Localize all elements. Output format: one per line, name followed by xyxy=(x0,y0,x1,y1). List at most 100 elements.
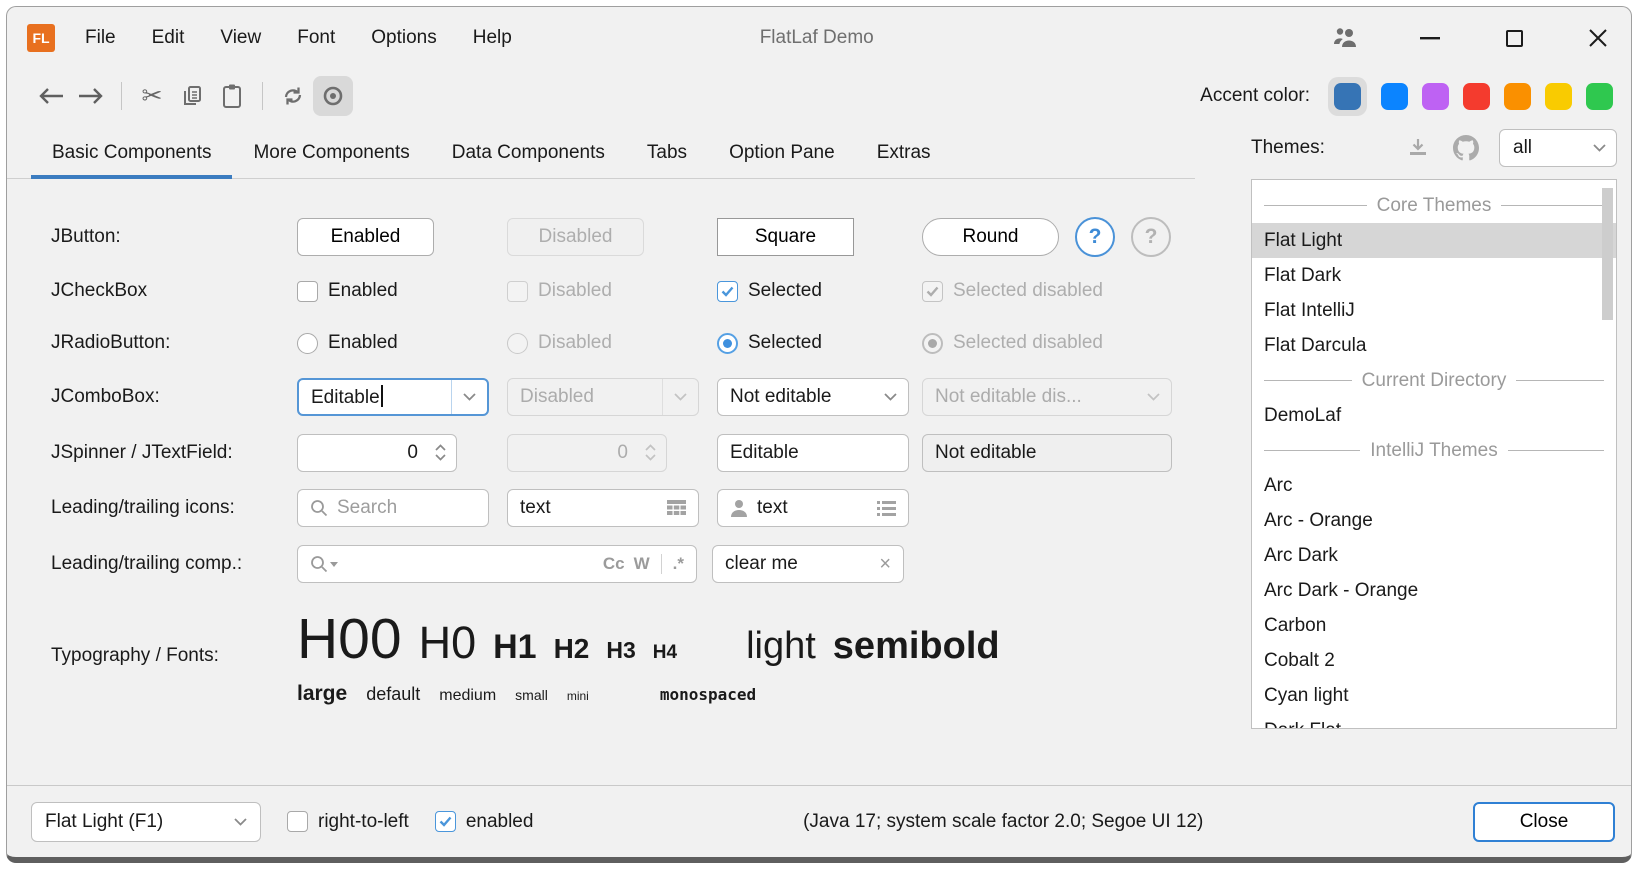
menu-edit[interactable]: Edit xyxy=(152,27,185,49)
maximize-button[interactable] xyxy=(1499,23,1529,53)
checkbox-selected[interactable] xyxy=(717,281,738,302)
users-icon[interactable] xyxy=(1331,23,1361,53)
spinner-disabled: 0 xyxy=(507,434,667,472)
forward-icon[interactable] xyxy=(71,76,111,116)
theme-item-cyan-light[interactable]: Cyan light xyxy=(1252,678,1616,713)
copy-icon[interactable] xyxy=(172,76,212,116)
spinner-buttons xyxy=(634,444,666,461)
accent-swatch-blue-default[interactable] xyxy=(1334,83,1361,110)
download-icon[interactable] xyxy=(1403,133,1433,163)
rtl-checkbox[interactable]: right-to-left xyxy=(287,811,409,833)
enabled-checkbox[interactable]: enabled xyxy=(435,811,534,833)
title-bar: FL File Edit View Font Options Help Flat… xyxy=(7,7,1631,69)
accent-swatch-blue[interactable] xyxy=(1381,83,1408,110)
radio-selected[interactable] xyxy=(717,333,738,354)
leading-trailing-icons-label: Leading/trailing icons: xyxy=(51,497,297,519)
jbutton-row: JButton: Enabled Disabled Square Round ?… xyxy=(51,209,1251,265)
laf-combobox-value: Flat Light (F1) xyxy=(45,811,163,833)
main-panel: Basic Components More Components Data Co… xyxy=(7,123,1251,785)
tab-data-components[interactable]: Data Components xyxy=(431,142,626,178)
text-caret xyxy=(381,385,383,407)
clearable-input[interactable]: clear me × xyxy=(712,545,904,583)
menu-font[interactable]: Font xyxy=(297,27,335,49)
spinner-enabled[interactable]: 0 xyxy=(297,434,457,472)
cut-icon[interactable]: ✂ xyxy=(132,76,172,116)
theme-item-carbon[interactable]: Carbon xyxy=(1252,608,1616,643)
combobox-not-editable[interactable]: Not editable xyxy=(717,378,909,416)
tab-more-components[interactable]: More Components xyxy=(232,142,430,178)
menu-options[interactable]: Options xyxy=(371,27,436,49)
refresh-icon[interactable] xyxy=(273,76,313,116)
window-title: FlatLaf Demo xyxy=(760,27,874,49)
close-window-button[interactable] xyxy=(1583,23,1613,53)
theme-item-arc-dark[interactable]: Arc Dark xyxy=(1252,538,1616,573)
accent-swatch-purple[interactable] xyxy=(1422,83,1449,110)
search-input-with-options[interactable]: Cc W .* xyxy=(297,545,697,583)
clear-icon[interactable]: × xyxy=(879,553,891,576)
github-icon[interactable] xyxy=(1451,133,1481,163)
tab-option-pane[interactable]: Option Pane xyxy=(708,142,856,178)
text-input-with-table-icon[interactable]: text xyxy=(507,489,699,527)
close-button[interactable]: Close xyxy=(1473,802,1615,842)
tab-basic-components[interactable]: Basic Components xyxy=(31,142,232,178)
theme-item-flat-darcula[interactable]: Flat Darcula xyxy=(1252,328,1616,363)
radio-enabled[interactable] xyxy=(297,333,318,354)
round-button[interactable]: Round xyxy=(922,218,1059,256)
heading-samples: H00 H0 H1 H2 H3 H4 light semibold xyxy=(297,606,1000,672)
list-separator: IntelliJ Themes xyxy=(1252,433,1616,468)
menu-file[interactable]: File xyxy=(85,27,116,49)
spinner-buttons[interactable] xyxy=(424,444,456,461)
list-icon[interactable] xyxy=(877,501,896,516)
search-with-menu-icon[interactable] xyxy=(310,555,338,573)
textfield-editable[interactable]: Editable xyxy=(717,434,909,472)
checkbox-enabled[interactable] xyxy=(297,281,318,302)
toolbar: ✂ Accent color: xyxy=(7,69,1631,123)
help-button-blue[interactable]: ? xyxy=(1075,217,1115,257)
theme-item-flat-light[interactable]: Flat Light xyxy=(1252,223,1616,258)
whole-word-toggle[interactable]: W xyxy=(634,554,650,574)
chevron-down-icon[interactable] xyxy=(872,379,908,415)
combobox-editable[interactable]: Editable xyxy=(297,378,489,416)
themes-filter-combobox[interactable]: all xyxy=(1499,129,1617,167)
menu-help[interactable]: Help xyxy=(473,27,512,49)
table-icon[interactable] xyxy=(667,500,686,517)
square-button[interactable]: Square xyxy=(717,218,854,256)
theme-item-arc[interactable]: Arc xyxy=(1252,468,1616,503)
theme-item-arc-orange[interactable]: Arc - Orange xyxy=(1252,503,1616,538)
regex-toggle[interactable]: .* xyxy=(673,554,684,574)
theme-item-dark-flat[interactable]: Dark Flat xyxy=(1252,713,1616,729)
tab-extras[interactable]: Extras xyxy=(856,142,952,178)
jspinner-label: JSpinner / JTextField: xyxy=(51,442,297,464)
help-button-gray[interactable]: ? xyxy=(1131,217,1171,257)
accent-swatch-green[interactable] xyxy=(1586,83,1613,110)
chevron-down-icon[interactable] xyxy=(451,380,487,414)
accent-swatch-red[interactable] xyxy=(1463,83,1490,110)
search-input[interactable]: Search xyxy=(297,489,489,527)
sample-h0: H0 xyxy=(419,617,477,669)
theme-item-flat-intellij[interactable]: Flat IntelliJ xyxy=(1252,293,1616,328)
menu-view[interactable]: View xyxy=(220,27,261,49)
text-input-with-user-icon[interactable]: text xyxy=(717,489,909,527)
sample-large: large xyxy=(297,682,347,706)
theme-item-cobalt-2[interactable]: Cobalt 2 xyxy=(1252,643,1616,678)
show-hover-eye-icon[interactable] xyxy=(313,76,353,116)
accent-swatch-orange[interactable] xyxy=(1504,83,1531,110)
accent-swatch-yellow[interactable] xyxy=(1545,83,1572,110)
radio-selected-disabled-label: Selected disabled xyxy=(953,332,1103,354)
theme-item-flat-dark[interactable]: Flat Dark xyxy=(1252,258,1616,293)
match-case-toggle[interactable]: Cc xyxy=(603,554,625,574)
toolbar-separator xyxy=(262,82,263,110)
back-icon[interactable] xyxy=(31,76,71,116)
paste-icon[interactable] xyxy=(212,76,252,116)
combobox-editable-value: Editable xyxy=(311,387,380,408)
leading-trailing-comp-row: Leading/trailing comp.: Cc W .* xyxy=(51,536,1251,592)
theme-item-arc-dark-orange[interactable]: Arc Dark - Orange xyxy=(1252,573,1616,608)
minimize-button[interactable] xyxy=(1415,23,1445,53)
theme-item-demolaf[interactable]: DemoLaf xyxy=(1252,398,1616,433)
tab-tabs[interactable]: Tabs xyxy=(626,142,708,178)
checkbox-enabled-label: Enabled xyxy=(328,280,398,302)
scrollbar-thumb[interactable] xyxy=(1602,188,1613,320)
laf-combobox[interactable]: Flat Light (F1) xyxy=(31,802,261,842)
enabled-button[interactable]: Enabled xyxy=(297,218,434,256)
spinner-value[interactable]: 0 xyxy=(298,442,424,464)
